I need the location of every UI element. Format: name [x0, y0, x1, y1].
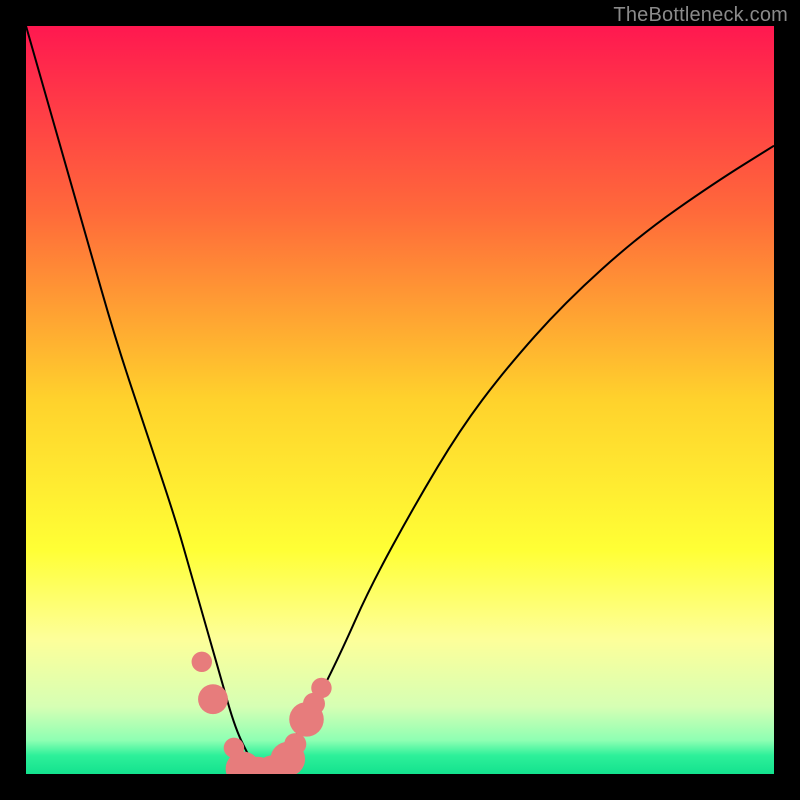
chart-frame: TheBottleneck.com [0, 0, 800, 800]
plot-area [26, 26, 774, 774]
marker-dot [284, 733, 306, 755]
watermark-text: TheBottleneck.com [613, 4, 788, 27]
chart-svg [26, 26, 774, 774]
marker-dot [192, 652, 212, 672]
gradient-background [26, 26, 774, 774]
marker-dot [198, 684, 228, 714]
marker-dot [311, 678, 331, 698]
